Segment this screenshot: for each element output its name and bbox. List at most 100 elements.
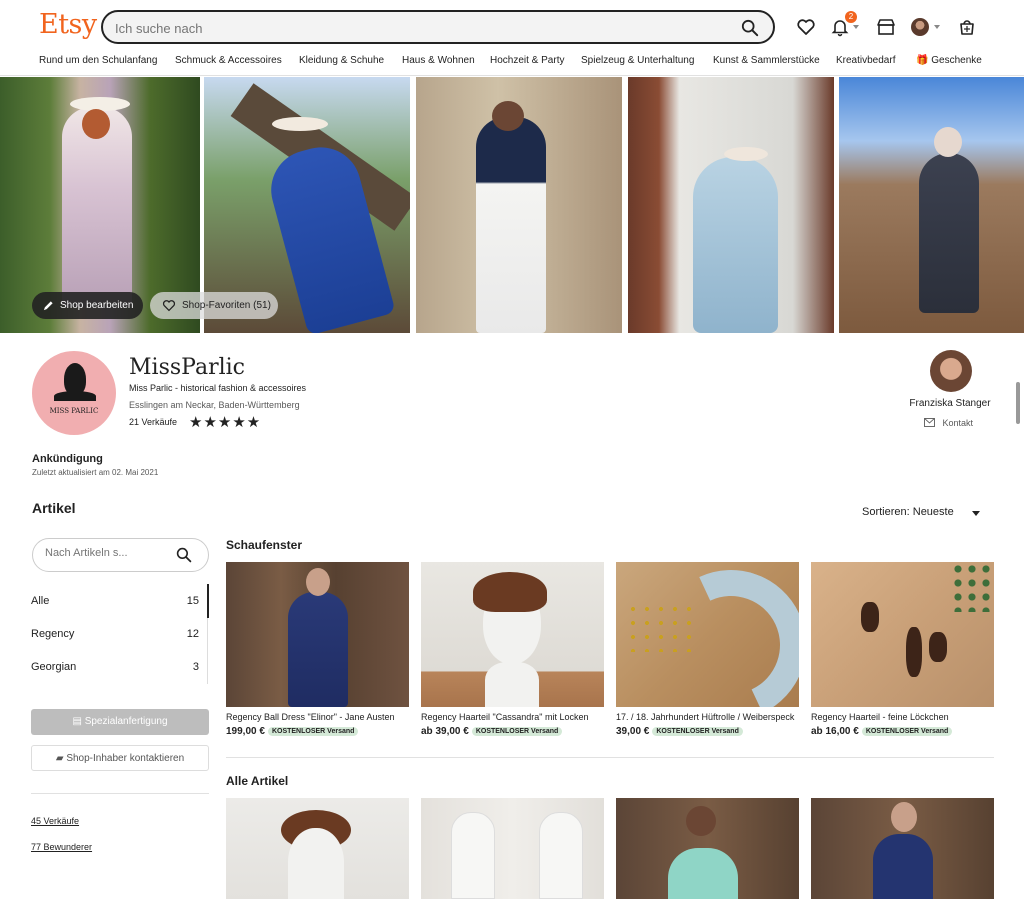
product-title[interactable]: 17. / 18. Jahrhundert Hüftrolle / Weiber… <box>616 712 799 722</box>
nav-item-label: Geschenke <box>931 55 982 66</box>
nav-item[interactable]: Hochzeit & Party <box>490 55 564 66</box>
product-image[interactable] <box>811 798 994 899</box>
free-shipping-badge: KOSTENLOSER Versand <box>861 727 953 736</box>
heart-icon[interactable] <box>796 17 816 37</box>
product-title[interactable]: Regency Haarteil - feine Löckchen <box>811 712 994 722</box>
contact-owner-button[interactable]: ▰ Shop-Inhaber kontaktieren <box>31 745 209 771</box>
admirers-link[interactable]: 77 Bewunderer <box>31 842 92 852</box>
sales-link[interactable]: 45 Verkäufe <box>31 816 79 826</box>
nav-item[interactable]: Kunst & Sammlerstücke <box>713 55 820 66</box>
chevron-down-icon[interactable] <box>934 25 940 29</box>
shop-logo: MISS PARLIC <box>32 351 116 435</box>
nav-item[interactable]: Schmuck & Accessoires <box>175 55 282 66</box>
star-rating[interactable]: ★★★★★ <box>189 413 261 431</box>
edit-shop-button[interactable]: Shop bearbeiten <box>32 292 143 319</box>
product-title[interactable]: Regency Ball Dress "Elinor" - Jane Auste… <box>226 712 409 722</box>
product-card[interactable]: Regency Ball Dress "Elinor" - Jane Auste… <box>226 562 409 742</box>
product-image[interactable] <box>226 562 409 707</box>
category-count: 3 <box>192 661 199 673</box>
etsy-logo[interactable]: Etsy <box>39 9 97 40</box>
cart-icon[interactable] <box>957 17 977 37</box>
category-nav: Rund um den Schulanfang Schmuck & Access… <box>0 55 1024 75</box>
chevron-down-icon[interactable] <box>972 511 980 516</box>
contact-link[interactable]: Kontakt <box>924 418 973 428</box>
chevron-down-icon[interactable] <box>853 25 859 29</box>
product-image[interactable] <box>616 562 799 707</box>
product-title[interactable]: Regency Haarteil "Cassandra" mit Locken <box>421 712 604 722</box>
product-card[interactable]: Regency Haarteil "Cassandra" mit Locken … <box>421 562 604 742</box>
item-search[interactable] <box>32 538 209 572</box>
nav-item[interactable]: Spielzeug & Unterhaltung <box>581 55 694 66</box>
nav-item[interactable]: Haus & Wohnen <box>402 55 475 66</box>
free-shipping-badge: KOSTENLOSER Versand <box>267 727 359 736</box>
mail-icon <box>924 418 935 427</box>
product-image[interactable] <box>226 798 409 899</box>
category-label: Alle <box>31 595 50 607</box>
search-bar[interactable] <box>101 10 775 44</box>
product-card[interactable]: 17. / 18. Jahrhundert Hüftrolle / Weiber… <box>616 562 799 742</box>
custom-order-button[interactable]: ▤ Spezialanfertigung <box>31 709 209 735</box>
price-value: ab 16,00 € <box>811 726 859 737</box>
banner-photo <box>416 77 622 333</box>
free-shipping-badge: KOSTENLOSER Versand <box>471 727 563 736</box>
product-image[interactable] <box>421 798 604 899</box>
custom-order-label: Spezialanfertigung <box>84 716 168 727</box>
scrollbar[interactable] <box>1016 382 1020 424</box>
category-count: 12 <box>186 628 199 640</box>
shop-name: MissParlic <box>129 355 245 380</box>
category-georgian[interactable]: Georgian 3 <box>31 661 199 681</box>
nav-item[interactable]: Rund um den Schulanfang <box>39 55 157 66</box>
search-icon[interactable] <box>741 19 759 37</box>
shop-logo-text: MISS PARLIC <box>49 407 99 415</box>
sort-dropdown[interactable]: Sortieren: Neueste <box>862 506 954 518</box>
category-label: Georgian <box>31 661 77 673</box>
notification-badge: 2 <box>845 11 857 23</box>
product-price: ab 16,00 € KOSTENLOSER Versand <box>811 726 953 737</box>
nav-item[interactable]: Kreativbedarf <box>836 55 895 66</box>
shop-banner: Shop bearbeiten Shop-Favoriten (51) <box>0 77 1024 333</box>
heart-icon <box>162 300 176 312</box>
search-icon[interactable] <box>176 547 192 563</box>
divider <box>226 757 994 758</box>
category-selected-indicator <box>207 584 209 618</box>
avatar[interactable] <box>911 18 929 36</box>
gift-icon: 🎁 <box>916 55 929 66</box>
item-search-input[interactable] <box>45 547 175 559</box>
contact-owner-label: Shop-Inhaber kontaktieren <box>66 753 185 764</box>
shop-sales[interactable]: 21 Verkäufe <box>129 417 177 427</box>
edit-shop-label: Shop bearbeiten <box>60 300 134 311</box>
product-image[interactable] <box>616 798 799 899</box>
nav-item[interactable]: Kleidung & Schuhe <box>299 55 384 66</box>
document-icon: ▤ <box>72 716 82 727</box>
contact-label: Kontakt <box>942 418 974 428</box>
chat-icon: ▰ <box>55 753 64 764</box>
pencil-icon <box>43 301 53 311</box>
search-input[interactable] <box>115 18 715 38</box>
category-track <box>207 618 208 684</box>
category-all[interactable]: Alle 15 <box>31 595 199 615</box>
banner-photo <box>839 77 1024 333</box>
nav-item-gifts[interactable]: 🎁 Geschenke <box>916 55 982 66</box>
free-shipping-badge: KOSTENLOSER Versand <box>652 727 743 736</box>
shop-icon[interactable] <box>876 17 896 37</box>
shop-favorites-label: Shop-Favoriten (51) <box>182 300 271 311</box>
product-image[interactable] <box>421 562 604 707</box>
divider <box>31 793 209 794</box>
owner-avatar[interactable] <box>930 350 972 392</box>
category-count: 15 <box>186 595 199 607</box>
showcase-title: Schaufenster <box>226 538 303 552</box>
product-price: 39,00 € KOSTENLOSER Versand <box>616 726 743 737</box>
shop-favorites-button[interactable]: Shop-Favoriten (51) <box>150 292 278 319</box>
category-regency[interactable]: Regency 12 <box>31 628 199 648</box>
banner-photo <box>628 77 834 333</box>
shop-subtitle: Miss Parlic - historical fashion & acces… <box>129 383 307 393</box>
price-value: ab 39,00 € <box>421 726 469 737</box>
product-image[interactable] <box>811 562 994 707</box>
product-price: 199,00 € KOSTENLOSER Versand <box>226 726 359 737</box>
price-value: 199,00 € <box>226 726 265 737</box>
product-card[interactable]: Regency Haarteil - feine Löckchen ab 16,… <box>811 562 994 742</box>
items-title: Artikel <box>32 500 76 516</box>
announcement-updated: Zuletzt aktualisiert am 02. Mai 2021 <box>32 468 159 477</box>
all-items-title: Alle Artikel <box>226 774 289 788</box>
category-label: Regency <box>31 628 75 640</box>
